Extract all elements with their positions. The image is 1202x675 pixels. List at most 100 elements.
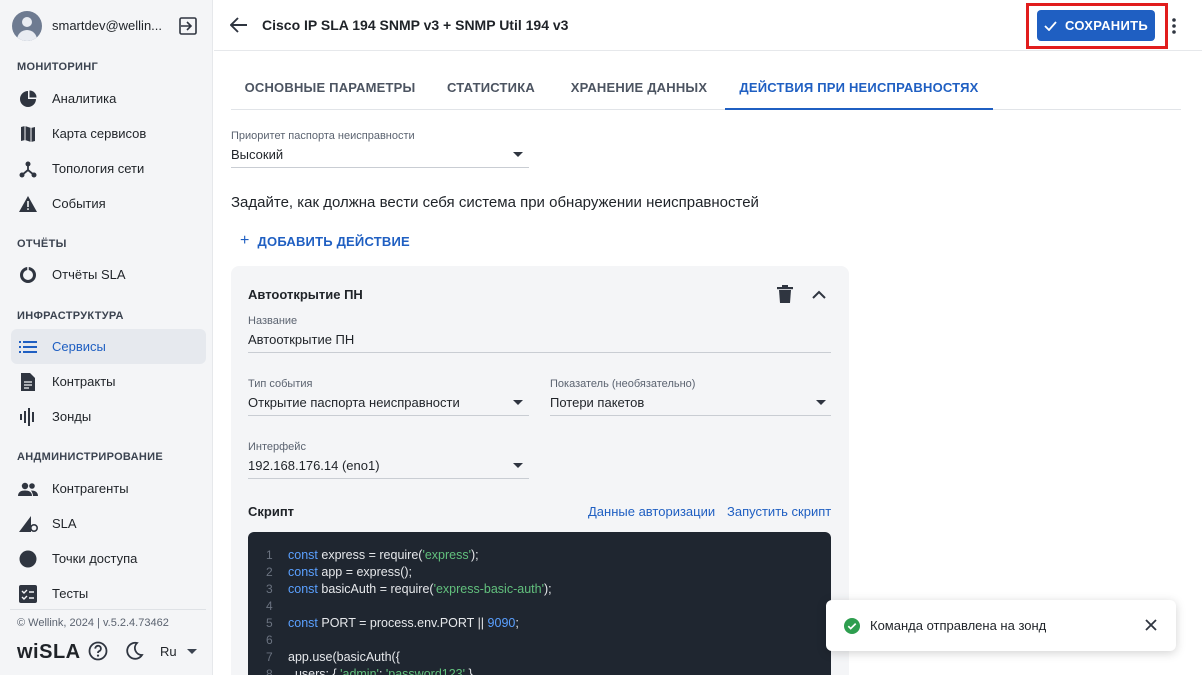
- header: Cisco IP SLA 194 SNMP v3 + SNMP Util 194…: [214, 0, 1202, 51]
- sidebar-item-sla-reports[interactable]: Отчёты SLA: [11, 257, 206, 292]
- code-editor[interactable]: 1 const express = require('express'); 2 co…: [248, 532, 831, 675]
- sidebar-item-label: Контракты: [52, 374, 116, 389]
- sidebar-item-label: События: [52, 196, 106, 211]
- interface-underline: [248, 478, 529, 479]
- sidebar-item-label: Сервисы: [52, 339, 106, 354]
- section-title-infrastructure: ИНФРАСТРУКТУРА: [17, 310, 124, 322]
- help-icon[interactable]: [88, 641, 108, 661]
- pie-chart-icon: [18, 89, 38, 109]
- metric-underline: [550, 415, 831, 416]
- sidebar-item-label: Аналитика: [52, 91, 117, 106]
- sidebar-item-tests[interactable]: Тесты: [11, 576, 206, 611]
- chevron-down-icon: [816, 400, 826, 405]
- line-number: 6: [266, 632, 273, 647]
- chevron-up-icon[interactable]: [811, 287, 827, 301]
- sidebar-item-probes[interactable]: Зонды: [11, 399, 206, 434]
- wisla-logo: wiSLA: [17, 641, 81, 663]
- instruction-text: Задайте, как должна вести себя система п…: [231, 194, 759, 211]
- user-email: smartdev@wellin...: [52, 18, 163, 33]
- save-button-label: СОХРАНИТЬ: [1065, 18, 1148, 33]
- action-card: Автооткрытие ПН Название Автооткрытие ПН…: [231, 266, 849, 675]
- script-title: Скрипт: [248, 504, 295, 519]
- line-number: 1: [266, 547, 273, 562]
- sidebar-item-access-points[interactable]: Точки доступа: [11, 541, 206, 576]
- sidebar: smartdev@wellin... МОНИТОРИНГ Аналитика …: [0, 0, 213, 675]
- donut-chart-icon: [18, 265, 38, 285]
- code-line: 3 const basicAuth = require('express-basi…: [248, 580, 831, 597]
- code-line: 8 users: { 'admin': 'password123' },: [248, 665, 831, 675]
- sidebar-item-label: Контрагенты: [52, 481, 129, 496]
- tab-statistics[interactable]: СТАТИСТИКА: [429, 70, 553, 110]
- code-line: 7 app.use(basicAuth({: [248, 648, 831, 665]
- logout-icon[interactable]: [178, 16, 198, 36]
- arrow-left-icon[interactable]: [230, 16, 248, 34]
- tabs: ОСНОВНЫЕ ПАРАМЕТРЫ СТАТИСТИКА ХРАНЕНИЕ Д…: [231, 70, 1181, 110]
- code-text: users: { 'admin': 'password123' },: [288, 666, 477, 675]
- code-line: 5 const PORT = process.env.PORT || 9090;: [248, 614, 831, 631]
- line-number: 4: [266, 598, 273, 613]
- list-icon: [18, 337, 38, 357]
- moon-icon[interactable]: [124, 641, 144, 661]
- more-vertical-icon[interactable]: [1170, 16, 1178, 36]
- sidebar-item-label: Отчёты SLA: [52, 267, 126, 282]
- code-text: const app = express();: [288, 564, 413, 579]
- code-text: app.use(basicAuth({: [288, 649, 400, 664]
- chevron-down-icon: [513, 152, 523, 157]
- tab-fault-actions[interactable]: ДЕЙСТВИЯ ПРИ НЕИСПРАВНОСТЯХ: [725, 70, 993, 110]
- line-number: 8: [266, 666, 273, 675]
- priority-label: Приоритет паспорта неисправности: [231, 130, 415, 142]
- sidebar-item-events[interactable]: События: [11, 186, 206, 221]
- sidebar-item-services[interactable]: Сервисы: [11, 329, 206, 364]
- code-text: const express = require('express');: [288, 547, 479, 562]
- line-number: 3: [266, 581, 273, 596]
- sidebar-item-contracts[interactable]: Контракты: [11, 364, 206, 399]
- sidebar-item-topology[interactable]: Топология сети: [11, 151, 206, 186]
- check-circle-icon: [844, 617, 860, 634]
- signal-bars-icon: [18, 407, 38, 427]
- name-input[interactable]: Автооткрытие ПН: [248, 332, 831, 352]
- code-line: 6: [248, 631, 831, 648]
- warning-icon: [18, 194, 38, 214]
- name-label: Название: [248, 315, 298, 327]
- section-title-administration: АНДМИНИСТРИРОВАНИЕ: [17, 451, 163, 463]
- metric-select[interactable]: Потери пакетов: [550, 395, 831, 415]
- sidebar-item-analytics[interactable]: Аналитика: [11, 81, 206, 116]
- line-number: 5: [266, 615, 273, 630]
- page-title: Cisco IP SLA 194 SNMP v3 + SNMP Util 194…: [262, 17, 569, 33]
- language-value: Ru: [160, 644, 177, 659]
- language-select[interactable]: Ru: [160, 644, 197, 659]
- line-number: 7: [266, 649, 273, 664]
- event-type-underline: [248, 415, 529, 416]
- save-button[interactable]: СОХРАНИТЬ: [1037, 10, 1155, 41]
- code-text: const basicAuth = require('express-basic…: [288, 581, 552, 596]
- code-text: const PORT = process.env.PORT || 9090;: [288, 615, 519, 630]
- tab-data-storage[interactable]: ХРАНЕНИЕ ДАННЫХ: [553, 70, 725, 110]
- priority-select[interactable]: Высокий: [231, 147, 529, 167]
- toast-message: Команда отправлена на зонд: [870, 618, 1047, 633]
- topology-icon: [18, 159, 38, 179]
- sidebar-item-counterparties[interactable]: Контрагенты: [11, 471, 206, 506]
- event-type-select[interactable]: Открытие паспорта неисправности: [248, 395, 529, 415]
- add-action-label: ДОБАВИТЬ ДЕЙСТВИЕ: [257, 233, 410, 249]
- section-title-monitoring: МОНИТОРИНГ: [17, 61, 98, 73]
- interface-select[interactable]: 192.168.176.14 (eno1): [248, 458, 529, 478]
- sidebar-item-label: Топология сети: [52, 161, 145, 176]
- circle-icon: [18, 549, 38, 569]
- action-card-title: Автооткрытие ПН: [248, 287, 363, 302]
- add-action-button[interactable]: + ДОБАВИТЬ ДЕЙСТВИЕ: [240, 232, 410, 250]
- people-icon: [18, 479, 38, 499]
- tab-main-params[interactable]: ОСНОВНЫЕ ПАРАМЕТРЫ: [231, 70, 429, 110]
- close-icon[interactable]: [1144, 618, 1158, 632]
- code-line: 2 const app = express();: [248, 563, 831, 580]
- interface-label: Интерфейс: [248, 441, 306, 453]
- sidebar-item-sla[interactable]: SLA: [11, 506, 206, 541]
- event-type-label: Тип события: [248, 378, 313, 390]
- sidebar-item-service-map[interactable]: Карта сервисов: [11, 116, 206, 151]
- chevron-down-icon: [513, 463, 523, 468]
- run-script-link[interactable]: Запустить скрипт: [727, 504, 831, 519]
- line-number: 2: [266, 564, 273, 579]
- trash-icon[interactable]: [777, 285, 793, 303]
- auth-data-link[interactable]: Данные авторизации: [588, 504, 715, 519]
- contract-icon: [18, 372, 38, 392]
- name-underline: [248, 352, 831, 353]
